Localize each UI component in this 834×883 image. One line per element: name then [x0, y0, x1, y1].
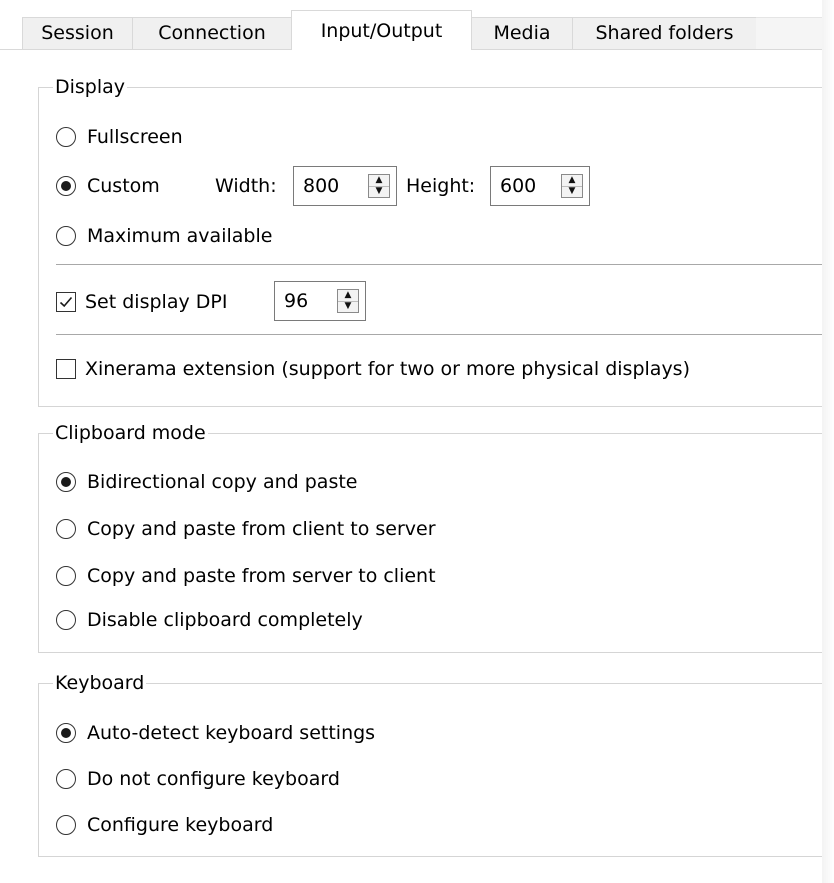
custom-radio[interactable] — [56, 176, 76, 196]
do-not-configure-keyboard-radio[interactable] — [56, 769, 76, 789]
caret-down-icon[interactable]: ▼ — [369, 187, 389, 198]
keyboard-option-row[interactable]: Do not configure keyboard — [56, 766, 340, 792]
display-separator-2 — [56, 334, 826, 335]
session-settings-window: Session Connection Input/Output Media Sh… — [0, 0, 834, 883]
display-group-caption: Display — [53, 73, 128, 101]
caret-down-icon[interactable]: ▼ — [562, 187, 582, 198]
caret-up-icon[interactable]: ▲ — [338, 290, 358, 302]
set-display-dpi-label: Set display DPI — [85, 291, 228, 313]
disable-clipboard-radio[interactable] — [56, 610, 76, 630]
set-display-dpi-checkbox[interactable] — [56, 292, 76, 312]
tab-connection[interactable]: Connection — [132, 17, 292, 49]
server-to-client-radio[interactable] — [56, 566, 76, 586]
keyboard-option-row[interactable]: Configure keyboard — [56, 812, 273, 838]
xinerama-row[interactable]: Xinerama extension (support for two or m… — [56, 356, 690, 382]
maximum-available-label: Maximum available — [87, 225, 273, 247]
tab-input-output[interactable]: Input/Output — [291, 10, 472, 50]
custom-label: Custom — [87, 175, 160, 197]
keyboard-option-row[interactable]: Auto-detect keyboard settings — [56, 720, 375, 746]
client-to-server-radio[interactable] — [56, 519, 76, 539]
bidirectional-label: Bidirectional copy and paste — [87, 471, 358, 493]
dpi-value[interactable]: 96 — [275, 283, 337, 319]
configure-keyboard-radio[interactable] — [56, 815, 76, 835]
configure-keyboard-label: Configure keyboard — [87, 814, 274, 836]
checkmark-icon — [59, 296, 73, 308]
clipboard-mode-caption: Clipboard mode — [53, 419, 208, 447]
fullscreen-radio-row[interactable]: Fullscreen — [56, 124, 183, 150]
tab-session[interactable]: Session — [22, 17, 133, 49]
width-label: Width: — [215, 175, 277, 197]
maximum-available-radio-row[interactable]: Maximum available — [56, 223, 272, 249]
clipboard-option-row[interactable]: Disable clipboard completely — [56, 607, 363, 633]
client-to-server-label: Copy and paste from client to server — [87, 518, 436, 540]
auto-detect-keyboard-label: Auto-detect keyboard settings — [87, 722, 376, 744]
server-to-client-label: Copy and paste from server to client — [87, 565, 436, 587]
caret-up-icon[interactable]: ▲ — [369, 175, 389, 187]
height-label: Height: — [406, 175, 476, 197]
keyboard-caption: Keyboard — [53, 669, 147, 697]
custom-radio-row[interactable]: Custom — [56, 173, 160, 199]
bidirectional-radio[interactable] — [56, 472, 76, 492]
width-value[interactable]: 800 — [294, 168, 368, 204]
dpi-spinbox[interactable]: 96 ▲ ▼ — [274, 281, 366, 321]
height-value[interactable]: 600 — [491, 168, 561, 204]
width-spinbox[interactable]: 800 ▲ ▼ — [293, 166, 397, 206]
clipboard-option-row[interactable]: Bidirectional copy and paste — [56, 469, 357, 495]
dpi-spin-buttons[interactable]: ▲ ▼ — [337, 289, 359, 313]
set-display-dpi-row[interactable]: Set display DPI — [56, 289, 227, 315]
width-spin-buttons[interactable]: ▲ ▼ — [368, 174, 390, 198]
maximum-available-radio[interactable] — [56, 226, 76, 246]
fullscreen-radio[interactable] — [56, 127, 76, 147]
auto-detect-keyboard-radio[interactable] — [56, 723, 76, 743]
caret-up-icon[interactable]: ▲ — [562, 175, 582, 187]
display-separator-1 — [56, 264, 826, 265]
clipboard-option-row[interactable]: Copy and paste from server to client — [56, 563, 436, 589]
clipboard-option-row[interactable]: Copy and paste from client to server — [56, 516, 436, 542]
height-spin-buttons[interactable]: ▲ ▼ — [561, 174, 583, 198]
window-right-edge — [822, 0, 834, 883]
disable-clipboard-label: Disable clipboard completely — [87, 609, 363, 631]
tab-strip: Session Connection Input/Output Media Sh… — [0, 0, 834, 50]
caret-down-icon[interactable]: ▼ — [338, 302, 358, 313]
tab-media[interactable]: Media — [471, 17, 573, 49]
height-spinbox[interactable]: 600 ▲ ▼ — [490, 166, 590, 206]
do-not-configure-keyboard-label: Do not configure keyboard — [87, 768, 340, 790]
xinerama-checkbox[interactable] — [56, 359, 76, 379]
xinerama-label: Xinerama extension (support for two or m… — [85, 358, 690, 380]
tab-strip-empty-area — [756, 17, 822, 50]
tab-shared-folders[interactable]: Shared folders — [572, 17, 757, 49]
fullscreen-label: Fullscreen — [87, 126, 183, 148]
